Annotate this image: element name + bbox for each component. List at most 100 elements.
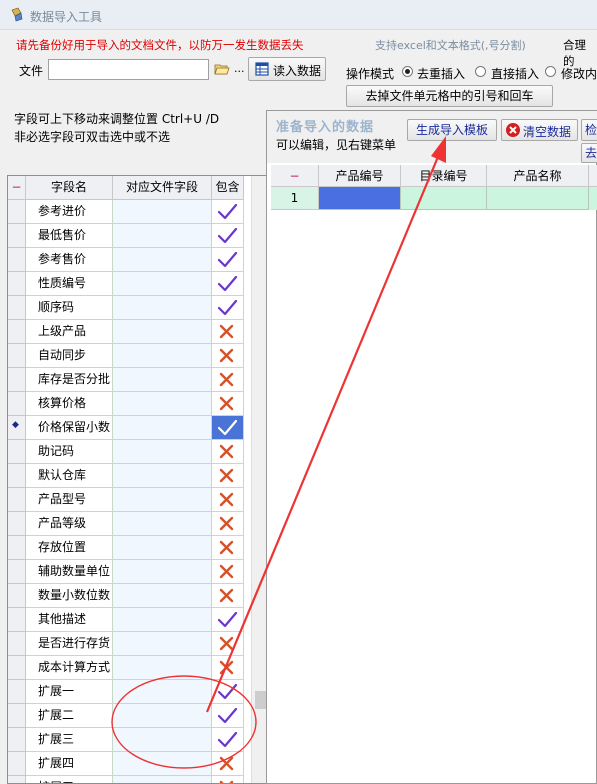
field-row[interactable]: 扩展五 — [8, 776, 256, 783]
file-field-cell[interactable] — [113, 224, 212, 248]
row-header[interactable] — [8, 728, 26, 752]
data-grid-corner[interactable]: − — [271, 165, 319, 187]
folder-open-icon[interactable] — [214, 61, 230, 77]
field-row[interactable]: 性质编号 — [8, 272, 256, 296]
field-name-cell[interactable]: 上级产品 — [26, 320, 113, 344]
file-field-cell[interactable] — [113, 200, 212, 224]
include-cell[interactable] — [212, 704, 244, 728]
field-name-cell[interactable]: 助记码 — [26, 440, 113, 464]
file-field-cell[interactable] — [113, 680, 212, 704]
data-column-product-name[interactable]: 产品名称 — [487, 165, 589, 187]
field-row[interactable]: 扩展四 — [8, 752, 256, 776]
field-row[interactable]: 辅助数量单位 — [8, 560, 256, 584]
file-field-cell[interactable] — [113, 512, 212, 536]
row-header[interactable] — [8, 584, 26, 608]
field-name-cell[interactable]: 参考售价 — [26, 248, 113, 272]
field-name-cell[interactable]: 扩展三 — [26, 728, 113, 752]
file-field-cell[interactable] — [113, 752, 212, 776]
file-field-cell[interactable] — [113, 416, 212, 440]
file-field-cell[interactable] — [113, 632, 212, 656]
file-path-input[interactable] — [48, 59, 209, 80]
field-row[interactable]: 其他描述 — [8, 608, 256, 632]
field-row[interactable]: 最低售价 — [8, 224, 256, 248]
include-cell[interactable] — [212, 416, 244, 440]
row-header[interactable] — [8, 632, 26, 656]
include-cell[interactable] — [212, 656, 244, 680]
radio-modify[interactable] — [545, 66, 556, 77]
field-name-cell[interactable]: 库存是否分批 — [26, 368, 113, 392]
row-header[interactable] — [8, 680, 26, 704]
check-button[interactable]: 检 — [581, 119, 597, 141]
include-cell[interactable] — [212, 320, 244, 344]
field-name-cell[interactable]: 参考进价 — [26, 200, 113, 224]
field-row[interactable]: 库存是否分批 — [8, 368, 256, 392]
field-name-cell[interactable]: 数量小数位数 — [26, 584, 113, 608]
include-cell[interactable] — [212, 512, 244, 536]
field-name-cell[interactable]: 产品型号 — [26, 488, 113, 512]
field-row[interactable]: 产品等级 — [8, 512, 256, 536]
row-header[interactable] — [8, 752, 26, 776]
field-row[interactable]: 顺序码 — [8, 296, 256, 320]
file-field-cell[interactable] — [113, 464, 212, 488]
include-cell[interactable] — [212, 248, 244, 272]
include-cell[interactable] — [212, 608, 244, 632]
row-header[interactable] — [8, 320, 26, 344]
file-field-cell[interactable] — [113, 584, 212, 608]
field-name-cell[interactable]: 扩展四 — [26, 752, 113, 776]
row-header[interactable] — [8, 224, 26, 248]
row-header[interactable] — [8, 200, 26, 224]
file-field-cell[interactable] — [113, 536, 212, 560]
data-cell-product-name[interactable] — [487, 187, 589, 210]
include-cell[interactable] — [212, 752, 244, 776]
browse-button[interactable]: ... — [234, 62, 245, 75]
field-name-cell[interactable]: 扩展二 — [26, 704, 113, 728]
data-column-product-code[interactable]: 产品编号 — [319, 165, 401, 187]
remove-button[interactable]: 去 — [581, 143, 597, 163]
include-cell[interactable] — [212, 560, 244, 584]
file-field-cell[interactable] — [113, 272, 212, 296]
include-cell[interactable] — [212, 296, 244, 320]
field-name-cell[interactable]: 自动同步 — [26, 344, 113, 368]
row-header[interactable] — [8, 560, 26, 584]
file-field-cell[interactable] — [113, 560, 212, 584]
file-field-cell[interactable] — [113, 296, 212, 320]
row-header[interactable] — [8, 368, 26, 392]
field-row[interactable]: 产品型号 — [8, 488, 256, 512]
include-cell[interactable] — [212, 224, 244, 248]
field-name-cell[interactable]: 是否进行存货 — [26, 632, 113, 656]
field-name-cell[interactable]: 默认仓库 — [26, 464, 113, 488]
row-header[interactable] — [8, 344, 26, 368]
file-field-cell[interactable] — [113, 656, 212, 680]
data-cell-product-code[interactable] — [319, 187, 401, 210]
field-row[interactable]: 参考进价 — [8, 200, 256, 224]
field-name-cell[interactable]: 扩展五 — [26, 776, 113, 783]
file-field-cell[interactable] — [113, 344, 212, 368]
row-header[interactable] — [8, 440, 26, 464]
field-name-cell[interactable]: 价格保留小数 — [26, 416, 113, 440]
row-header[interactable] — [8, 464, 26, 488]
row-header[interactable] — [8, 656, 26, 680]
field-row[interactable]: 助记码 — [8, 440, 256, 464]
scrollbar-thumb[interactable] — [255, 691, 266, 709]
generate-template-button[interactable]: 生成导入模板 — [407, 119, 497, 141]
field-row[interactable]: 默认仓库 — [8, 464, 256, 488]
include-cell[interactable] — [212, 632, 244, 656]
file-field-cell[interactable] — [113, 440, 212, 464]
row-header[interactable] — [8, 392, 26, 416]
include-cell[interactable] — [212, 776, 244, 783]
field-row[interactable]: 是否进行存货 — [8, 632, 256, 656]
file-field-cell[interactable] — [113, 776, 212, 783]
row-header[interactable] — [8, 248, 26, 272]
row-header[interactable] — [8, 272, 26, 296]
include-cell[interactable] — [212, 200, 244, 224]
column-header-field-name[interactable]: 字段名 — [26, 176, 113, 200]
field-name-cell[interactable]: 其他描述 — [26, 608, 113, 632]
field-row[interactable]: 参考售价 — [8, 248, 256, 272]
file-field-cell[interactable] — [113, 392, 212, 416]
include-cell[interactable] — [212, 728, 244, 752]
grid-corner[interactable]: − — [8, 176, 26, 200]
include-cell[interactable] — [212, 488, 244, 512]
data-cell-extra[interactable] — [589, 187, 597, 210]
radio-dedupe-insert[interactable] — [402, 66, 413, 77]
data-cell-catalog-code[interactable] — [401, 187, 487, 210]
